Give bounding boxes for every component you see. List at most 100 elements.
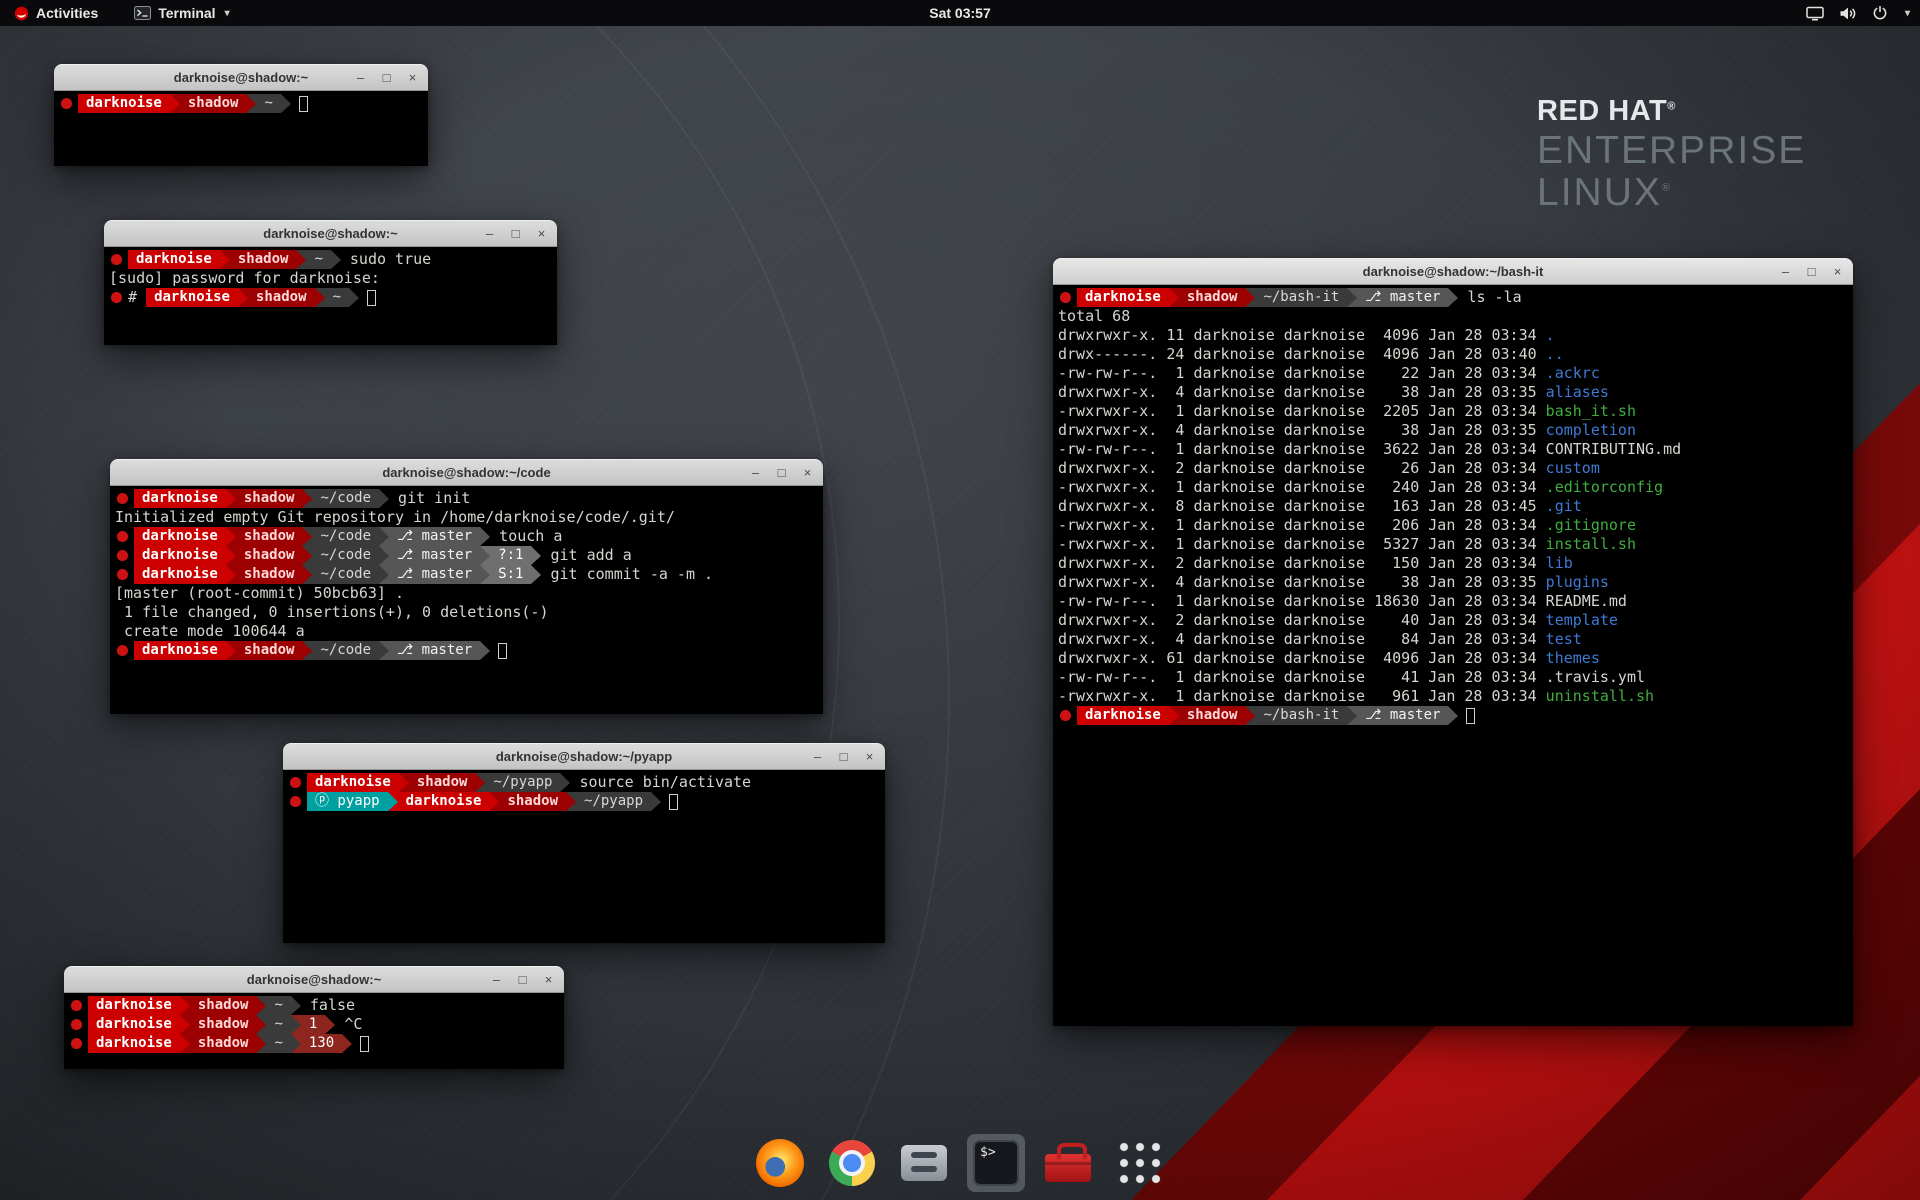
minimize-button[interactable]: –	[748, 465, 763, 480]
terminal-line: darknoiseshadow~/pyapp source bin/activa…	[288, 773, 880, 792]
powerline-separator-icon	[302, 641, 312, 660]
maximize-button[interactable]: □	[1804, 264, 1819, 279]
powerline-separator-icon	[296, 250, 306, 269]
minimize-button[interactable]: –	[353, 70, 368, 85]
powerline-separator-icon	[226, 527, 236, 546]
close-button[interactable]: ×	[541, 972, 556, 987]
dock-item-terminal[interactable]: $>	[967, 1134, 1025, 1192]
prompt-segment-user: darknoise	[134, 546, 226, 565]
minimize-button[interactable]: –	[489, 972, 504, 987]
powerline-separator-icon	[291, 1015, 301, 1034]
window-titlebar[interactable]: darknoise@shadow:~/bash-it – □ ×	[1053, 258, 1853, 285]
volume-icon[interactable]	[1839, 6, 1857, 21]
terminal-text: uninstall.sh	[1546, 687, 1654, 706]
minimize-button[interactable]: –	[810, 749, 825, 764]
close-button[interactable]: ×	[534, 226, 549, 241]
prompt-segment-path: ~/code	[312, 489, 379, 508]
app-menu-button[interactable]: Terminal ▾	[130, 0, 233, 26]
window-title: darknoise@shadow:~	[263, 226, 397, 241]
powerline-separator-icon	[480, 641, 490, 660]
window-titlebar[interactable]: darknoise@shadow:~/code – □ ×	[110, 459, 823, 486]
maximize-button[interactable]: □	[836, 749, 851, 764]
minimize-button[interactable]: –	[1778, 264, 1793, 279]
display-icon[interactable]	[1806, 6, 1824, 21]
powerline-separator-icon	[226, 641, 236, 660]
prompt-segment-git: ⎇ master	[389, 565, 480, 584]
prompt-segment-user: darknoise	[1077, 288, 1169, 307]
terminal-window: darknoise@shadow:~/bash-it – □ × darknoi…	[1053, 258, 1853, 1026]
prompt-segment-git: ⎇ master	[1357, 706, 1448, 725]
close-button[interactable]: ×	[862, 749, 877, 764]
maximize-button[interactable]: □	[515, 972, 530, 987]
terminal-line: darknoiseshadow~ false	[69, 996, 559, 1015]
terminal-text: -rwxrwxr-x. 1 darknoise darknoise 961 Ja…	[1058, 687, 1546, 706]
window-controls: – □ ×	[353, 65, 420, 90]
terminal-body[interactable]: darknoiseshadow~ falsedarknoiseshadow~1 …	[64, 993, 564, 1069]
terminal-text: drwxrwxr-x. 11 darknoise darknoise 4096 …	[1058, 326, 1546, 345]
window-title: darknoise@shadow:~	[247, 972, 381, 987]
close-button[interactable]: ×	[405, 70, 420, 85]
redhat-logo-icon	[14, 6, 29, 21]
terminal-body[interactable]: darknoiseshadow~/code git initInitialize…	[110, 486, 823, 714]
terminal-line: total 68	[1058, 307, 1848, 326]
activities-button[interactable]: Activities	[10, 0, 102, 26]
terminal-cursor	[669, 794, 678, 810]
minimize-button[interactable]: –	[482, 226, 497, 241]
dock-item-app-grid[interactable]	[1111, 1134, 1169, 1192]
terminal-text: create mode 100644 a	[115, 622, 305, 641]
powerline-separator-icon	[489, 792, 499, 811]
powerline-separator-icon	[180, 996, 190, 1015]
prompt-segment-host: shadow	[190, 996, 257, 1015]
terminal-line: drwxrwxr-x. 61 darknoise darknoise 4096 …	[1058, 649, 1848, 668]
prompt-segment-user: darknoise	[134, 641, 226, 660]
terminal-line: darknoiseshadow~/code⎇ master touch a	[115, 527, 818, 546]
chevron-down-icon[interactable]: ▾	[1905, 8, 1910, 19]
terminal-text: template	[1546, 611, 1618, 630]
powerline-separator-icon	[291, 1034, 301, 1053]
dock-item-files[interactable]	[895, 1134, 953, 1192]
terminal-line: -rw-rw-r--. 1 darknoise darknoise 41 Jan…	[1058, 668, 1848, 687]
dock-item-toolbox[interactable]	[1039, 1134, 1097, 1192]
maximize-button[interactable]: □	[508, 226, 523, 241]
clock[interactable]: Sat 03:57	[929, 0, 990, 26]
terminal-body[interactable]: darknoiseshadow~ sudo true[sudo] passwor…	[104, 247, 557, 345]
dock: $>	[751, 1134, 1169, 1192]
powerline-separator-icon	[220, 250, 230, 269]
prompt-segment-user: darknoise	[78, 94, 170, 113]
terminal-text: -rwxrwxr-x. 1 darknoise darknoise 2205 J…	[1058, 402, 1546, 421]
terminal-text: .travis.yml	[1546, 668, 1645, 687]
chrome-icon	[829, 1140, 875, 1186]
terminal-text: custom	[1546, 459, 1600, 478]
chevron-down-icon: ▾	[225, 8, 230, 19]
prompt-segment-host: shadow	[409, 773, 476, 792]
maximize-button[interactable]: □	[379, 70, 394, 85]
powerline-separator-icon	[1448, 706, 1458, 725]
terminal-body[interactable]: darknoiseshadow~/pyapp source bin/activa…	[283, 770, 885, 943]
window-titlebar[interactable]: darknoise@shadow:~ – □ ×	[54, 64, 428, 91]
window-titlebar[interactable]: darknoise@shadow:~ – □ ×	[104, 220, 557, 247]
terminal-line: darknoiseshadow~/code⎇ master	[115, 641, 818, 660]
terminal-line: drwxrwxr-x. 8 darknoise darknoise 163 Ja…	[1058, 497, 1848, 516]
dock-item-firefox[interactable]	[751, 1134, 809, 1192]
prompt-segment-path: ~/bash-it	[1255, 288, 1347, 307]
terminal-text: -rw-rw-r--. 1 darknoise darknoise 18630 …	[1058, 592, 1546, 611]
terminal-text: .editorconfig	[1546, 478, 1663, 497]
prompt-segment-path: ~/code	[312, 641, 379, 660]
dock-item-chrome[interactable]	[823, 1134, 881, 1192]
prompt-segment-path: ~/pyapp	[576, 792, 651, 811]
terminal-body[interactable]: darknoiseshadow~/bash-it⎇ master ls -lat…	[1053, 285, 1853, 1026]
close-button[interactable]: ×	[800, 465, 815, 480]
terminal-body[interactable]: darknoiseshadow~	[54, 91, 428, 166]
prompt-segment-user: darknoise	[398, 792, 490, 811]
prompt-segment-path: ~	[266, 1015, 290, 1034]
terminal-cursor	[498, 643, 507, 659]
prompt-segment-host: shadow	[190, 1034, 257, 1053]
window-titlebar[interactable]: darknoise@shadow:~/pyapp – □ ×	[283, 743, 885, 770]
close-button[interactable]: ×	[1830, 264, 1845, 279]
powerline-separator-icon	[1448, 288, 1458, 307]
power-icon[interactable]	[1872, 5, 1888, 21]
window-titlebar[interactable]: darknoise@shadow:~ – □ ×	[64, 966, 564, 993]
maximize-button[interactable]: □	[774, 465, 789, 480]
terminal-line: darknoiseshadow~/bash-it⎇ master	[1058, 706, 1848, 725]
window-controls: – □ ×	[482, 221, 549, 246]
